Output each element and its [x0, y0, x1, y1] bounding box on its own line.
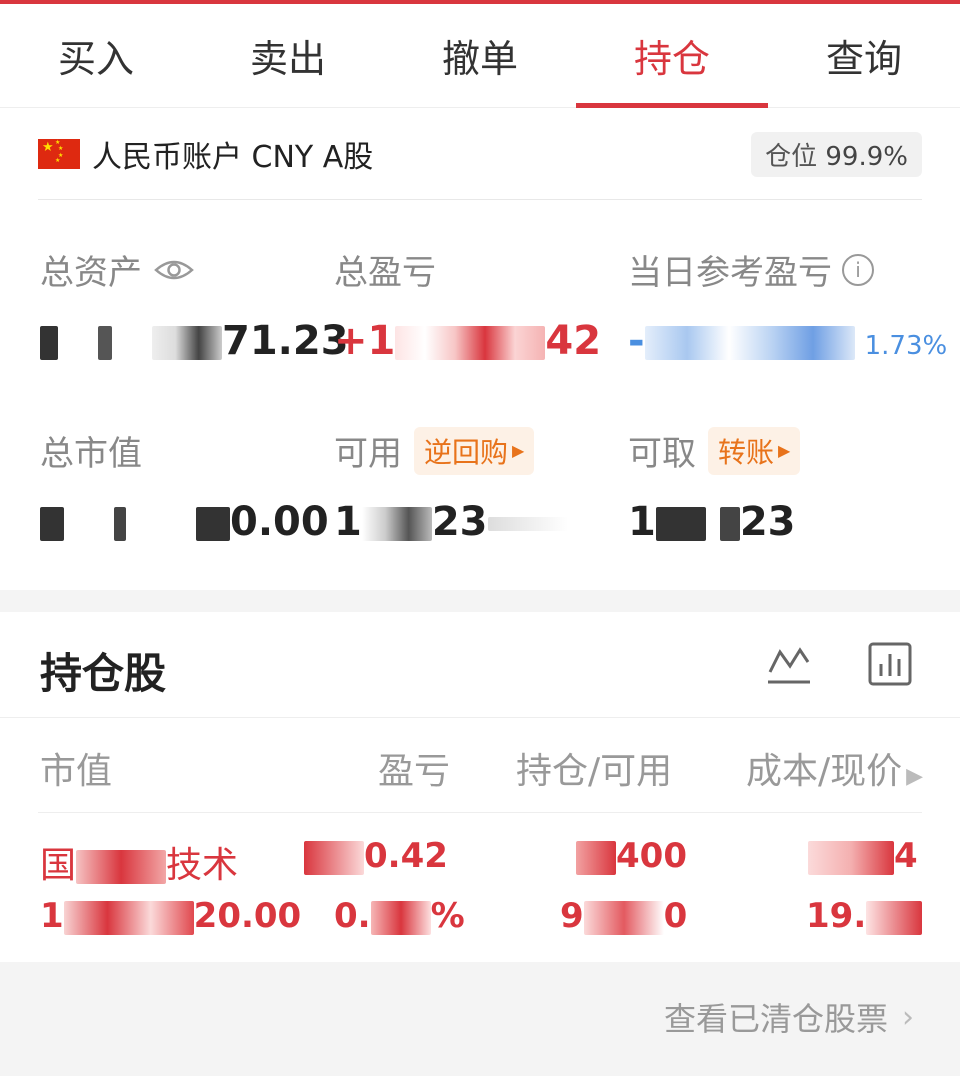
stat-daily-pnl: 当日参考盈亏 i -1.73% — [628, 245, 947, 364]
position-value: 99.9% — [825, 141, 908, 172]
reverse-repo-link[interactable]: 逆回购 ▶ — [414, 426, 535, 475]
china-flag-icon: ★ ★ ★ ★ ★ — [38, 139, 80, 169]
holdings-title: 持仓股 — [40, 649, 167, 698]
position-badge: 仓位 99.9% — [751, 131, 922, 177]
holding-price: 19. — [806, 896, 923, 936]
market-value-label: 总市值 — [40, 434, 142, 474]
withdrawable-value: 1 23 — [628, 499, 796, 545]
position-label: 仓位 — [765, 141, 818, 172]
column-cost-price[interactable]: 成本/现价 ▶ — [746, 742, 923, 794]
stat-withdrawable: 可取 转账 ▶ 1 23 — [628, 426, 801, 545]
column-holding-available[interactable]: 持仓/可用 — [516, 742, 672, 794]
divider — [0, 717, 960, 718]
bar-chart-icon[interactable] — [868, 642, 912, 686]
holding-pnl-pct: 0.% — [334, 896, 465, 936]
available-label: 可用 — [334, 434, 402, 474]
tab-buy[interactable]: 买入 — [0, 4, 192, 107]
account-label: 人民币账户 CNY A股 — [92, 140, 374, 175]
trend-chart-icon[interactable] — [766, 640, 812, 686]
total-pnl-label: 总盈亏 — [334, 253, 436, 293]
stat-total-pnl: 总盈亏 +1 42 — [334, 245, 601, 364]
divider — [38, 812, 922, 813]
holding-cost: 4 — [808, 836, 918, 876]
stat-market-value: 总市值 0.00 — [40, 426, 329, 545]
eye-icon[interactable] — [154, 257, 194, 283]
column-pnl[interactable]: 盈亏 — [378, 742, 450, 794]
holding-name: 国技术 — [40, 845, 239, 886]
total-assets-value: 71.23 — [40, 318, 349, 364]
divider — [38, 199, 922, 200]
section-gap — [0, 590, 960, 612]
tab-sell[interactable]: 卖出 — [192, 4, 384, 107]
holding-available: 90 — [560, 896, 688, 936]
holding-pnl: 0.42 — [304, 836, 448, 876]
trade-tabs: 买入 卖出 撤单 持仓 查询 — [0, 4, 960, 108]
available-value: 1 23 — [334, 499, 568, 545]
withdrawable-label: 可取 — [628, 434, 696, 474]
daily-pnl-label: 当日参考盈亏 — [628, 253, 832, 293]
total-assets-label: 总资产 — [40, 253, 142, 293]
tab-cancel-order[interactable]: 撤单 — [384, 4, 576, 107]
daily-pnl-pct: 1.73% — [864, 331, 948, 361]
total-pnl-value: +1 42 — [334, 318, 602, 364]
account-row: ★ ★ ★ ★ ★ 人民币账户 CNY A股 仓位 99.9% — [38, 128, 922, 180]
stat-available: 可用 逆回购 ▶ 1 23 — [334, 426, 568, 545]
transfer-link[interactable]: 转账 ▶ — [708, 426, 801, 475]
column-market-value[interactable]: 市值 — [40, 742, 112, 794]
view-cleared-stocks-link[interactable]: 查看已清仓股票 › — [664, 994, 914, 1040]
market-value-value: 0.00 — [40, 499, 329, 545]
tab-query[interactable]: 查询 — [768, 4, 960, 107]
chevron-right-icon: ▶ — [906, 764, 924, 789]
info-icon[interactable]: i — [842, 253, 874, 286]
daily-pnl-value: -1.73% — [628, 318, 948, 364]
stat-total-assets: 总资产 71.23 — [40, 245, 349, 364]
tab-positions[interactable]: 持仓 — [576, 4, 768, 108]
holding-market-value: 1 20.00 — [40, 896, 302, 936]
chevron-right-icon: › — [902, 999, 914, 1035]
holding-quantity: 400 — [576, 836, 687, 876]
